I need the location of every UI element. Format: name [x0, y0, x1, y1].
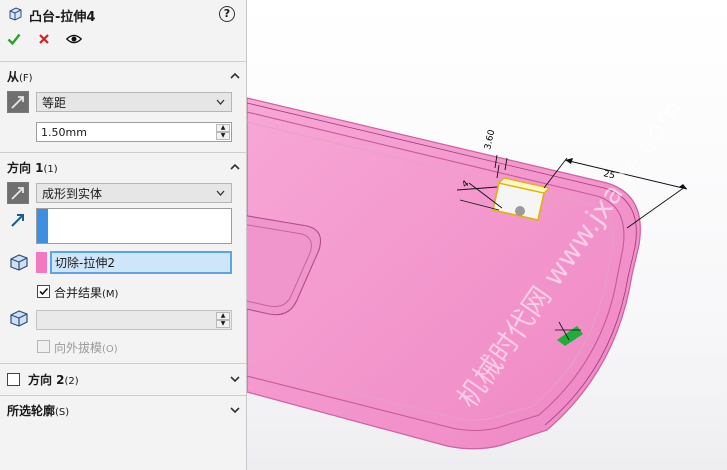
- merge-result-checkbox[interactable]: [37, 285, 50, 298]
- chevron-down-icon: [216, 190, 225, 196]
- selection-color-swatch: [37, 209, 48, 243]
- graphics-viewport[interactable]: 25 3.60 4 机械时代网 www.jxage.com: [247, 0, 727, 470]
- ok-button[interactable]: [6, 31, 22, 47]
- solid-body-icon: [8, 252, 30, 275]
- boss-hole: [515, 206, 525, 216]
- from-condition-dropdown[interactable]: 等距: [36, 92, 232, 112]
- section-direction2-header[interactable]: 方向 2(2): [7, 370, 241, 388]
- draft-icon: [8, 308, 30, 331]
- divider: [0, 363, 246, 364]
- boss-extrude-icon: [7, 6, 23, 25]
- section-from-header[interactable]: 从(F): [7, 67, 241, 85]
- eye-icon: [66, 34, 82, 44]
- draft-angle-input[interactable]: ▲ ▼: [36, 310, 232, 330]
- offset-distance-value: 1.50mm: [41, 125, 87, 139]
- section-from-label: 从(F): [7, 69, 33, 84]
- direction-vector-selection-box[interactable]: [36, 208, 232, 244]
- draft-outward-label: 向外拔模(O): [54, 341, 118, 355]
- section-direction2-label: 方向 2(2): [28, 372, 79, 387]
- section-selected-contours-header[interactable]: 所选轮廓(S): [7, 401, 241, 419]
- end-condition-dropdown[interactable]: 成形到实体: [36, 183, 232, 203]
- help-icon[interactable]: ?: [219, 6, 235, 22]
- direction2-checkbox[interactable]: [7, 372, 20, 386]
- cancel-button[interactable]: [36, 31, 52, 47]
- divider: [0, 152, 246, 153]
- chevron-up-icon: [230, 72, 240, 79]
- close-icon: [39, 34, 49, 44]
- body-selection-swatch: [36, 252, 47, 273]
- action-bar: [6, 31, 82, 47]
- direction-arrow-icon: [10, 212, 26, 231]
- from-condition-icon: [7, 91, 29, 113]
- chevron-down-icon: [216, 99, 225, 105]
- chevron-down-icon: [230, 407, 240, 414]
- checkmark-icon: [39, 287, 49, 296]
- divider: [0, 395, 246, 396]
- target-body-value: 切除-拉伸2: [55, 256, 115, 270]
- reverse-direction-button[interactable]: [7, 182, 29, 204]
- property-manager: 凸台-拉伸4 ? 从(F) 等距 1.50mm ▲ ▼ 方向 1(1) 成形到实…: [0, 0, 247, 470]
- section-selected-contours-label: 所选轮廓(S): [7, 403, 70, 418]
- section-direction1-header[interactable]: 方向 1(1): [7, 158, 241, 176]
- chevron-up-icon: [230, 163, 240, 170]
- chevron-down-icon: [230, 376, 240, 383]
- dimension-360-label: 3.60: [483, 129, 497, 151]
- draft-outward-checkbox[interactable]: [37, 340, 50, 353]
- feature-title: 凸台-拉伸4: [29, 9, 96, 25]
- divider: [0, 61, 246, 62]
- merge-result-label: 合并结果(M): [54, 286, 119, 300]
- preview-button[interactable]: [66, 31, 82, 47]
- from-condition-value: 等距: [42, 95, 67, 110]
- model-canvas[interactable]: 25 3.60 4 机械时代网 www.jxage.com: [247, 0, 727, 470]
- target-body-field[interactable]: 切除-拉伸2: [50, 251, 232, 274]
- draft-angle-spinner[interactable]: ▲ ▼: [216, 312, 230, 328]
- feature-header: 凸台-拉伸4: [7, 5, 95, 25]
- end-condition-value: 成形到实体: [42, 186, 103, 201]
- offset-distance-input[interactable]: 1.50mm ▲ ▼: [36, 122, 232, 142]
- section-direction1-label: 方向 1(1): [7, 160, 58, 175]
- check-icon: [7, 33, 21, 46]
- offset-spinner[interactable]: ▲ ▼: [216, 124, 230, 140]
